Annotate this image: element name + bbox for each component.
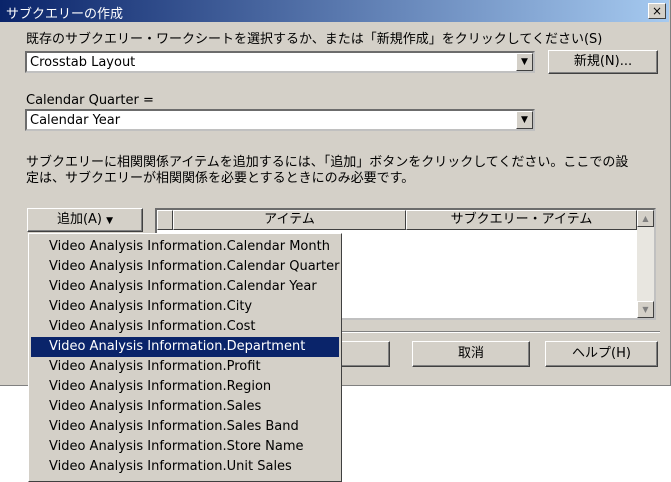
grid-corner-header bbox=[157, 210, 173, 230]
menu-item[interactable]: Video Analysis Information.Calendar Year bbox=[31, 277, 339, 297]
chevron-down-icon[interactable]: ▼ bbox=[516, 53, 533, 71]
window-title: サブクエリーの作成 bbox=[6, 7, 124, 22]
cancel-button[interactable]: 取消 bbox=[412, 341, 530, 367]
menu-item[interactable]: Video Analysis Information.Unit Sales bbox=[31, 457, 339, 477]
grid-header-subquery-item[interactable]: サブクエリー・アイテム bbox=[406, 210, 637, 230]
worksheet-combo-value: Crosstab Layout bbox=[30, 55, 136, 70]
scroll-down-icon[interactable]: ▼ bbox=[637, 301, 654, 318]
chevron-down-icon: ▼ bbox=[106, 216, 114, 226]
menu-item[interactable]: Video Analysis Information.Cost bbox=[31, 317, 339, 337]
worksheet-combo[interactable]: Crosstab Layout ▼ bbox=[25, 51, 535, 73]
menu-item[interactable]: Video Analysis Information.Calendar Mont… bbox=[31, 237, 339, 257]
condition-combo-value: Calendar Year bbox=[30, 113, 121, 128]
menu-item[interactable]: Video Analysis Information.Sales bbox=[31, 397, 339, 417]
condition-combo[interactable]: Calendar Year ▼ bbox=[25, 109, 535, 131]
new-button[interactable]: 新規(N)... bbox=[548, 50, 658, 74]
condition-label: Calendar Quarter = bbox=[26, 93, 154, 108]
add-dropdown-menu: Video Analysis Information.Calendar Mont… bbox=[28, 233, 342, 482]
menu-item[interactable]: Video Analysis Information.Calendar Quar… bbox=[31, 257, 339, 277]
menu-item[interactable]: Video Analysis Information.City bbox=[31, 297, 339, 317]
help-button[interactable]: ヘルプ(H) bbox=[545, 341, 658, 367]
add-button[interactable]: 追加(A) ▼ bbox=[27, 208, 143, 232]
title-bar[interactable]: サブクエリーの作成 × bbox=[0, 0, 669, 22]
worksheet-prompt-label: 既存のサブクエリー・ワークシートを選択するか、または「新規作成」をクリックしてく… bbox=[26, 32, 603, 47]
info-text-line2: 定は、サブクエリーが相関関係を必要とするときにのみ必要です。 bbox=[26, 171, 415, 186]
scroll-up-icon[interactable]: ▲ bbox=[637, 210, 654, 227]
menu-item-selected[interactable]: Video Analysis Information.Department bbox=[31, 337, 339, 357]
menu-item[interactable]: Video Analysis Information.Store Name bbox=[31, 437, 339, 457]
grid-header-item[interactable]: アイテム bbox=[173, 210, 406, 230]
menu-item[interactable]: Video Analysis Information.Sales Band bbox=[31, 417, 339, 437]
close-button[interactable]: × bbox=[648, 3, 666, 19]
chevron-down-icon[interactable]: ▼ bbox=[516, 111, 533, 129]
grid-scrollbar[interactable]: ▲ ▼ bbox=[637, 210, 654, 318]
menu-item[interactable]: Video Analysis Information.Profit bbox=[31, 357, 339, 377]
add-button-label: 追加(A) bbox=[56, 212, 102, 227]
menu-item[interactable]: Video Analysis Information.Region bbox=[31, 377, 339, 397]
